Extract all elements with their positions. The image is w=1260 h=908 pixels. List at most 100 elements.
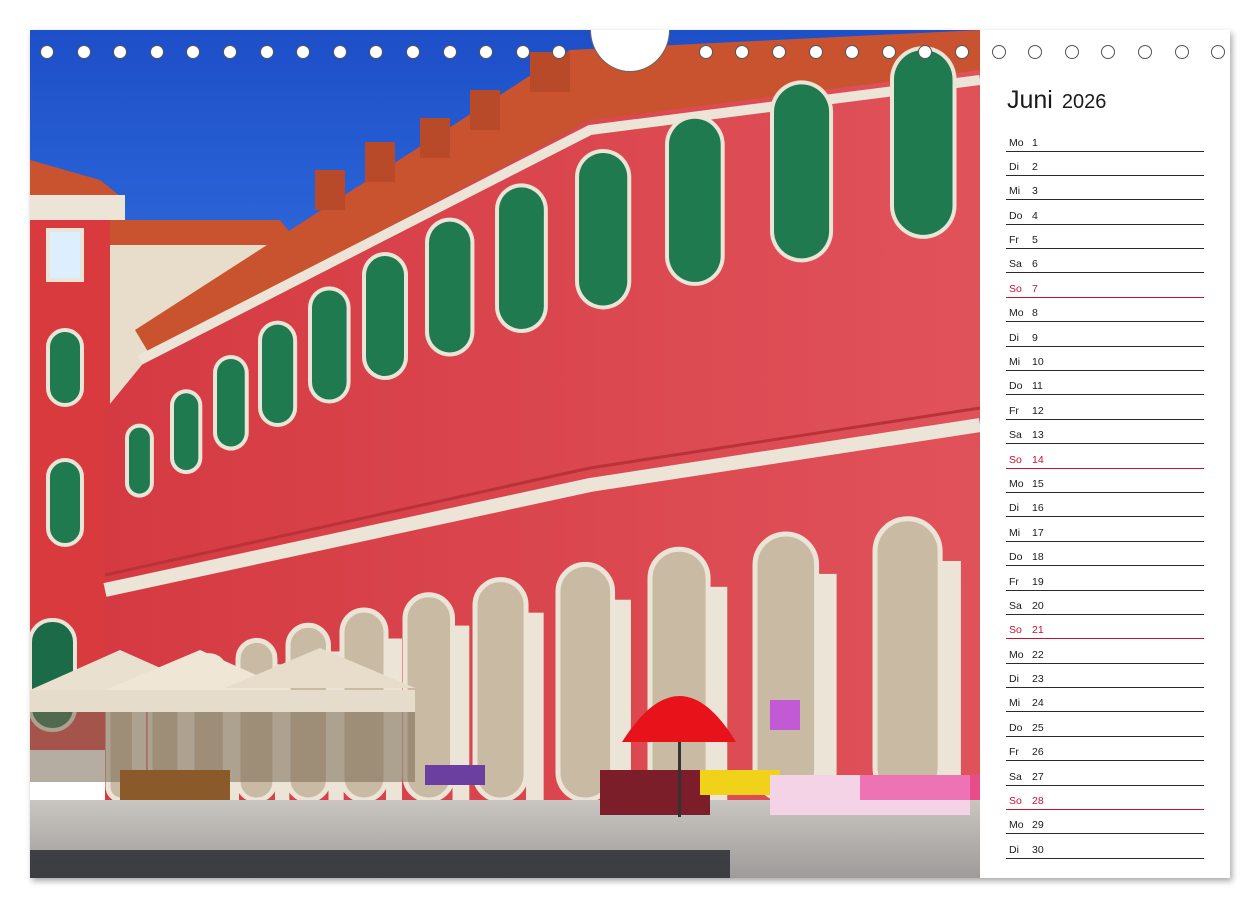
day-number: 10 — [1032, 356, 1044, 369]
day-row: Do 25 — [1006, 713, 1204, 737]
weekday-label: Mo — [1009, 136, 1024, 149]
window-shutter — [774, 84, 830, 259]
weekday-label: Di — [1009, 331, 1019, 344]
calendar-page: Juni 2026 Mo 1 Di 2 Mi 3 Do 4 Fr 5 Sa 6 So 7 Mo 8 Di 9 Mi 1… — [30, 30, 1230, 878]
window-shutter — [129, 427, 150, 494]
day-number: 21 — [1032, 624, 1044, 637]
day-number: 17 — [1032, 526, 1044, 539]
window-shutter — [366, 256, 404, 376]
arcade-arch — [872, 516, 943, 803]
day-row: Mi 24 — [1006, 689, 1204, 713]
weekday-label: Mi — [1009, 356, 1021, 369]
weekday-label: Do — [1009, 209, 1023, 222]
weekday-label: Mo — [1009, 819, 1024, 832]
day-number: 3 — [1032, 185, 1038, 198]
arcade-column — [708, 586, 728, 800]
window-shutter — [894, 50, 953, 235]
weekday-label: Fr — [1009, 746, 1019, 759]
day-row: So 21 — [1006, 616, 1204, 640]
weekday-label: Mo — [1009, 648, 1024, 661]
day-number: 11 — [1032, 380, 1043, 393]
weekday-label: Mi — [1009, 185, 1021, 198]
weekday-label: Sa — [1009, 599, 1022, 612]
day-row: Mi 3 — [1006, 177, 1204, 201]
day-number: 14 — [1032, 453, 1044, 466]
day-number: 23 — [1032, 673, 1044, 686]
day-row: Di 9 — [1006, 323, 1204, 347]
day-row: Sa 6 — [1006, 250, 1204, 274]
day-row: Di 30 — [1006, 835, 1204, 859]
day-row: So 28 — [1006, 787, 1204, 811]
weekday-label: So — [1009, 453, 1022, 466]
arcade-arch — [555, 561, 616, 803]
day-row: Mo 29 — [1006, 811, 1204, 835]
day-row: So 7 — [1006, 274, 1204, 298]
day-row: Mo 15 — [1006, 469, 1204, 493]
day-row: Di 2 — [1006, 152, 1204, 176]
day-number: 15 — [1032, 477, 1044, 490]
window-shutter — [174, 393, 199, 471]
day-number: 25 — [1032, 721, 1044, 734]
day-number: 7 — [1032, 282, 1038, 295]
day-row: Mo 8 — [1006, 299, 1204, 323]
day-number: 8 — [1032, 307, 1038, 320]
weekday-label: Sa — [1009, 770, 1022, 783]
day-number: 30 — [1032, 843, 1044, 856]
weekday-label: Do — [1009, 380, 1023, 393]
day-number: 13 — [1032, 429, 1044, 442]
weekday-label: Di — [1009, 502, 1019, 515]
weekday-label: Mi — [1009, 697, 1021, 710]
arcade-column — [526, 612, 544, 800]
day-row: Mi 10 — [1006, 348, 1204, 372]
weekday-label: Fr — [1009, 404, 1019, 417]
weekday-label: Fr — [1009, 234, 1019, 247]
weekday-label: Di — [1009, 843, 1019, 856]
day-row: Mi 17 — [1006, 518, 1204, 542]
cafe-umbrellas — [30, 648, 415, 782]
calendar-photo — [30, 30, 980, 878]
day-number: 12 — [1032, 404, 1044, 417]
day-row: Fr 5 — [1006, 226, 1204, 250]
day-number: 4 — [1032, 209, 1038, 222]
window-shutter — [429, 221, 471, 353]
arcade-column — [816, 573, 837, 800]
month-title: Juni 2026 — [1007, 86, 1106, 115]
day-number: 6 — [1032, 258, 1038, 271]
day-row: Do 4 — [1006, 201, 1204, 225]
day-number: 16 — [1032, 502, 1044, 515]
day-number: 9 — [1032, 331, 1038, 344]
weekday-label: Do — [1009, 721, 1023, 734]
arcade-arch — [752, 531, 820, 803]
arcade-column — [940, 560, 961, 800]
weekday-label: Fr — [1009, 575, 1019, 588]
day-row: Di 23 — [1006, 665, 1204, 689]
day-number: 5 — [1032, 234, 1038, 247]
day-number: 2 — [1032, 160, 1038, 173]
day-row: Mo 1 — [1006, 128, 1204, 152]
day-row: So 14 — [1006, 445, 1204, 469]
arcade-building-image — [30, 30, 980, 878]
day-row: Sa 27 — [1006, 762, 1204, 786]
day-number: 28 — [1032, 795, 1044, 808]
day-number: 27 — [1032, 770, 1044, 783]
day-row: Sa 13 — [1006, 421, 1204, 445]
window-shutter — [499, 187, 544, 329]
day-row: Sa 20 — [1006, 591, 1204, 615]
day-row: Di 16 — [1006, 494, 1204, 518]
window-shutter — [579, 153, 628, 306]
day-row: Mo 22 — [1006, 640, 1204, 664]
day-row: Fr 12 — [1006, 396, 1204, 420]
weekday-label: Sa — [1009, 429, 1022, 442]
day-number: 1 — [1032, 136, 1038, 149]
weekday-label: So — [1009, 795, 1022, 808]
day-row: Do 18 — [1006, 543, 1204, 567]
day-number: 29 — [1032, 819, 1044, 832]
window-shutter — [217, 358, 245, 447]
weekday-label: Sa — [1009, 258, 1022, 271]
weekday-label: Mi — [1009, 526, 1021, 539]
day-number: 24 — [1032, 697, 1044, 710]
day-row: Fr 19 — [1006, 567, 1204, 591]
day-number: 18 — [1032, 551, 1044, 564]
weekday-label: So — [1009, 624, 1022, 637]
day-number: 26 — [1032, 746, 1044, 759]
